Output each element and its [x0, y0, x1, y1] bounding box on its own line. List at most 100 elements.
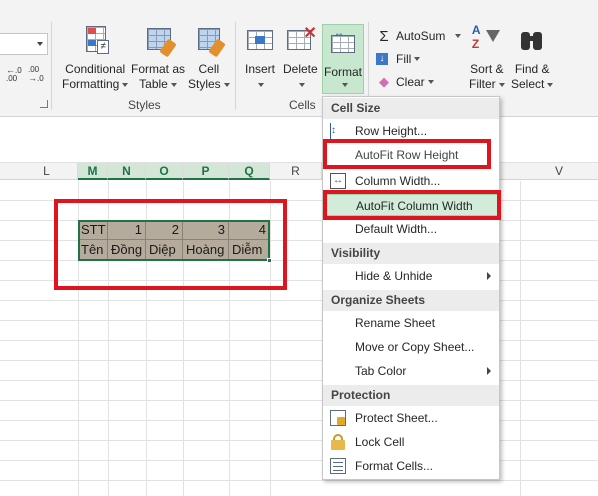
- delete-cells-icon: ✕: [283, 24, 317, 58]
- menu-item-label: Column Width...: [355, 174, 441, 188]
- protect-sheet-icon: [330, 410, 346, 426]
- caret-down-icon: [455, 34, 462, 38]
- menu-item-label: Move or Copy Sheet...: [355, 340, 475, 354]
- clear-button[interactable]: ◆ Clear: [376, 71, 434, 93]
- sort-filter-label-2: Filter: [469, 77, 496, 91]
- decrease-decimal-button[interactable]: .00 →.0: [28, 66, 50, 83]
- delete-button[interactable]: ✕ Delete: [283, 24, 318, 92]
- cell-styles-icon: [192, 24, 226, 58]
- format-cells-icon: [330, 458, 346, 474]
- column-header-n[interactable]: N: [108, 163, 146, 180]
- conditional-formatting-button[interactable]: ≠ Conditional Formatting: [62, 24, 129, 92]
- menu-item-tab-color[interactable]: Tab Color: [323, 360, 499, 382]
- caret-down-icon: [498, 82, 505, 87]
- annotation-box-autofit-column: [323, 190, 501, 220]
- format-as-table-label-2: Table: [139, 77, 168, 91]
- sort-filter-label-1: Sort &: [470, 62, 504, 76]
- caret-down-icon: [298, 82, 305, 87]
- caret-down-icon: [122, 82, 129, 87]
- column-header-v[interactable]: V: [520, 163, 598, 180]
- fill-down-icon: ↓: [376, 53, 388, 65]
- menu-item-protect-sheet[interactable]: Protect Sheet...: [323, 407, 499, 429]
- conditional-formatting-label-2: Formatting: [62, 77, 120, 91]
- menu-item-label: Hide & Unhide: [355, 269, 433, 283]
- menu-item-label: Format Cells...: [355, 459, 434, 473]
- menu-item-default-width[interactable]: Default Width...: [323, 218, 499, 240]
- caret-down-icon: [547, 82, 554, 87]
- binoculars-icon: [515, 24, 549, 58]
- menu-item-label: Rename Sheet: [355, 316, 436, 330]
- format-as-table-icon: [141, 24, 177, 58]
- cell-styles-label-1: Cell: [198, 62, 220, 76]
- format-cells-icon: ↔: [328, 29, 358, 57]
- cell-styles-label-2: Styles: [188, 77, 221, 91]
- clear-label: Clear: [396, 75, 425, 89]
- caret-down-icon: [258, 82, 265, 87]
- sigma-icon: Σ: [379, 27, 389, 45]
- menu-item-hide-unhide[interactable]: Hide & Unhide: [323, 265, 499, 287]
- fill-label: Fill: [396, 52, 412, 66]
- column-header-r[interactable]: R: [270, 163, 322, 180]
- column-header-m[interactable]: M: [78, 163, 108, 180]
- insert-label: Insert: [244, 62, 275, 76]
- menu-item-label: Default Width...: [355, 222, 438, 236]
- dialog-launcher-icon[interactable]: [40, 100, 48, 108]
- menu-item-format-cells[interactable]: Format Cells...: [323, 455, 499, 477]
- cell-styles-button[interactable]: Cell Styles: [188, 24, 230, 92]
- find-select-label-1: Find &: [514, 62, 550, 76]
- styles-group-label: Styles: [128, 98, 161, 112]
- format-as-table-button[interactable]: Format as Table: [131, 24, 185, 92]
- conditional-formatting-label-1: Conditional: [65, 62, 126, 76]
- column-header-row: L M N O P Q R V: [0, 162, 598, 180]
- fill-button[interactable]: ↓ Fill: [376, 48, 421, 70]
- menu-item-label: Protect Sheet...: [355, 411, 438, 425]
- submenu-arrow-icon: [487, 272, 491, 280]
- menu-item-column-width[interactable]: ↔ Column Width...: [323, 170, 499, 192]
- column-width-icon: ↔: [330, 173, 346, 189]
- column-header-p[interactable]: P: [183, 163, 229, 180]
- insert-button[interactable]: Insert: [243, 24, 277, 92]
- column-gridline: [520, 181, 521, 496]
- annotation-box-table: [54, 199, 287, 290]
- find-select-label-2: Select: [511, 77, 545, 91]
- insert-cells-icon: [243, 24, 277, 58]
- increase-decimal-button[interactable]: ←.0.00: [6, 66, 28, 83]
- menu-section-cell-size: Cell Size: [323, 98, 499, 119]
- find-select-button[interactable]: Find & Select: [511, 24, 554, 92]
- format-button[interactable]: ↔ Format: [322, 24, 364, 94]
- group-divider: [235, 22, 236, 110]
- menu-item-label: Lock Cell: [355, 435, 405, 449]
- menu-item-label: Row Height...: [355, 124, 428, 138]
- sort-filter-button[interactable]: A Z Sort & Filter: [469, 24, 505, 92]
- caret-down-icon: [223, 82, 230, 87]
- format-as-table-label-1: Format as: [131, 62, 186, 76]
- menu-section-organize-sheets: Organize Sheets: [323, 290, 499, 311]
- caret-down-icon: [170, 82, 177, 87]
- row-height-icon: ↕: [330, 123, 346, 139]
- caret-down-icon: [427, 80, 434, 84]
- menu-item-lock-cell[interactable]: Lock Cell: [323, 431, 499, 453]
- column-header-q[interactable]: Q: [229, 163, 270, 180]
- menu-item-rename-sheet[interactable]: Rename Sheet: [323, 312, 499, 334]
- ribbon: ←.0.00 .00 →.0 ≠ Conditional Formatting Fo…: [0, 0, 598, 117]
- conditional-formatting-icon: ≠: [78, 24, 112, 58]
- delete-label: Delete: [283, 62, 318, 76]
- sort-filter-icon: A Z: [470, 24, 504, 58]
- menu-item-move-copy-sheet[interactable]: Move or Copy Sheet...: [323, 336, 499, 358]
- cells-group-label: Cells: [289, 98, 316, 112]
- format-label: Format: [323, 65, 362, 79]
- number-format-combo[interactable]: [0, 33, 48, 55]
- chevron-down-icon: [37, 42, 43, 46]
- eraser-icon: ◆: [379, 74, 389, 89]
- group-divider: [51, 22, 52, 110]
- column-header-o[interactable]: O: [146, 163, 183, 180]
- menu-item-label: Tab Color: [355, 364, 407, 378]
- annotation-box-autofit-row: [323, 139, 491, 169]
- lock-icon: [330, 434, 346, 450]
- caret-down-icon: [341, 83, 348, 87]
- menu-section-protection: Protection: [323, 385, 499, 406]
- column-header-l[interactable]: L: [16, 163, 78, 180]
- menu-section-visibility: Visibility: [323, 243, 499, 264]
- submenu-arrow-icon: [487, 367, 491, 375]
- autosum-button[interactable]: Σ AutoSum: [376, 25, 462, 47]
